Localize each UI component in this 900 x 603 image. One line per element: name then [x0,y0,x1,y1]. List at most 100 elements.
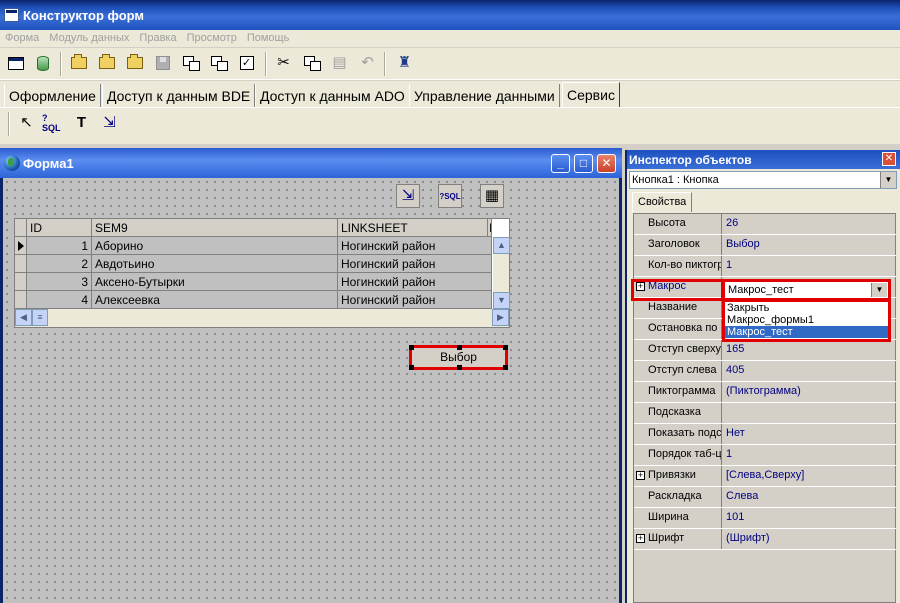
property-row[interactable]: + Шрифт (Шрифт) [634,529,896,550]
object-selector[interactable]: Кнопка1 : Кнопка ▼ [629,171,897,189]
tab-bde-data-access[interactable]: Доступ к данным BDE [102,84,256,107]
property-row[interactable]: Раскладка Слева [634,487,896,508]
tab-ado-data-access[interactable]: Доступ к данным ADO [255,84,410,107]
cell-linksheet[interactable]: Ногинский район [338,237,492,255]
property-row[interactable]: Ширина 101 [634,508,896,529]
minimize-button[interactable]: _ [551,154,570,173]
column-header-id[interactable]: ID [27,219,92,237]
paste-button[interactable]: ▤ [328,52,351,74]
column-header-sem9[interactable]: SEM9 [92,219,338,237]
menu-view[interactable]: Просмотр [182,30,242,47]
tab-properties[interactable]: Свойства [632,192,693,212]
property-value[interactable] [724,403,894,423]
cell-id[interactable]: 3 [27,273,92,291]
property-value[interactable]: Выбор [724,235,894,255]
cell-linksheet[interactable]: Ногинский район [338,291,492,309]
tab-service[interactable]: Сервис [562,82,620,107]
data-grid[interactable]: ID SEM9 LINKSHEET I 1 Аборино Ногинский … [14,218,510,328]
tab-data-control[interactable]: Управление данными [409,84,560,107]
resize-handle[interactable] [409,365,414,370]
cell-sem9[interactable]: Алексеевка [92,291,338,309]
save-button[interactable] [151,52,174,74]
property-row[interactable]: Отступ сверху 165 [634,340,896,361]
menu-edit[interactable]: Правка [134,30,181,47]
property-value[interactable]: 405 [724,361,894,381]
macro-option-test[interactable]: Макрос_тест [725,326,888,338]
grid-vertical-scrollbar[interactable]: ▲ ▼ [492,237,510,309]
cell-sem9[interactable]: Аксено-Бутырки [92,273,338,291]
cell-sem9[interactable]: Авдотьино [92,255,338,273]
cell-id[interactable]: 1 [27,237,92,255]
property-value[interactable]: (Шрифт) [724,529,894,549]
scroll-right-icon[interactable]: ▶ [492,309,509,326]
property-row[interactable]: Заголовок Выбор [634,235,896,256]
resize-handle[interactable] [457,365,462,370]
data-module-button[interactable] [31,52,54,74]
macro-option-close[interactable]: Закрыть [725,302,888,314]
menu-help[interactable]: Помощь [242,30,295,47]
cell-linksheet[interactable]: Ногинский район [338,273,492,291]
open-form-button[interactable] [67,52,90,74]
open-button[interactable] [95,52,118,74]
property-row[interactable]: Высота 26 [634,214,896,235]
property-row[interactable]: Подсказка [634,403,896,424]
property-value[interactable]: (Пиктограмма) [724,382,894,402]
scroll-left-icon[interactable]: ◀ [15,309,32,326]
property-value[interactable]: 101 [724,508,894,528]
chevron-down-icon[interactable]: ▼ [880,172,896,188]
table-component[interactable]: ▦ [480,184,504,208]
open-module-button[interactable] [123,52,146,74]
undo-button[interactable]: ↶ [356,52,379,74]
cell-id[interactable]: 2 [27,255,92,273]
grid-horizontal-scrollbar[interactable]: ◀ ≡ ▶ [15,309,509,327]
new-form-button[interactable] [4,52,27,74]
copy-button[interactable] [300,52,323,74]
column-header-extra[interactable]: I [488,219,492,237]
maximize-button[interactable]: □ [574,154,593,173]
menu-form[interactable]: Форма [0,30,44,47]
chevron-down-icon[interactable]: ▼ [871,283,887,297]
select-button[interactable]: Выбор [409,345,508,370]
transfer-component[interactable]: ⇲ [396,184,420,208]
table-row[interactable]: 1 Аборино Ногинский район [15,237,492,255]
property-value[interactable]: 1 [724,256,894,276]
resize-handle[interactable] [503,345,508,350]
table-row[interactable]: 3 Аксено-Бутырки Ногинский район [15,273,492,291]
macro-option-form1[interactable]: Макрос_формы1 [725,314,888,326]
cell-sem9[interactable]: Аборино [92,237,338,255]
scroll-thumb[interactable]: ≡ [32,309,48,326]
check-button[interactable]: ✓ [235,52,258,74]
close-button[interactable]: ✕ [597,154,616,173]
cell-linksheet[interactable]: Ногинский район [338,255,492,273]
resize-handle[interactable] [503,365,508,370]
property-value[interactable]: 26 [724,214,894,234]
menu-data-module[interactable]: Модуль данных [44,30,134,47]
column-header-linksheet[interactable]: LINKSHEET [338,219,488,237]
macro-combo[interactable]: Макрос_тест ▼ [722,279,891,301]
table-row[interactable]: 2 Авдотьино Ногинский район [15,255,492,273]
table-row[interactable]: 4 Алексеевка Ногинский район [15,291,492,309]
tab-design[interactable]: Оформление [4,84,101,107]
resize-handle[interactable] [457,345,462,350]
property-row[interactable]: Отступ слева 405 [634,361,896,382]
property-row[interactable]: + Привязки [Слева,Сверху] [634,466,896,487]
sql-query-tool[interactable]: ?SQL [42,112,65,134]
property-row[interactable]: Кол-во пиктогр 1 [634,256,896,277]
property-row[interactable]: Порядок таб-ц 1 [634,445,896,466]
form-canvas[interactable]: ⇲ ?SQL ▦ ID SEM9 LINKSHEET I 1 Аборино Н… [3,178,619,603]
copy-form-button[interactable] [179,52,202,74]
resize-handle[interactable] [409,345,414,350]
property-row[interactable]: Показать подс Нет [634,424,896,445]
property-row[interactable]: Пиктограмма (Пиктограмма) [634,382,896,403]
run-button[interactable]: ♜ [393,52,416,74]
transfer-tool[interactable]: ⇲ [98,112,121,134]
property-value[interactable]: Слева [724,487,894,507]
property-value[interactable]: [Слева,Сверху] [724,466,894,486]
property-value[interactable]: 1 [724,445,894,465]
property-value[interactable]: Нет [724,424,894,444]
property-value[interactable]: 165 [724,340,894,360]
pointer-tool[interactable]: ↖ [15,112,38,134]
scroll-up-icon[interactable]: ▲ [493,237,510,254]
cut-button[interactable]: ✂ [272,52,295,74]
sql-query-component[interactable]: ?SQL [438,184,462,208]
